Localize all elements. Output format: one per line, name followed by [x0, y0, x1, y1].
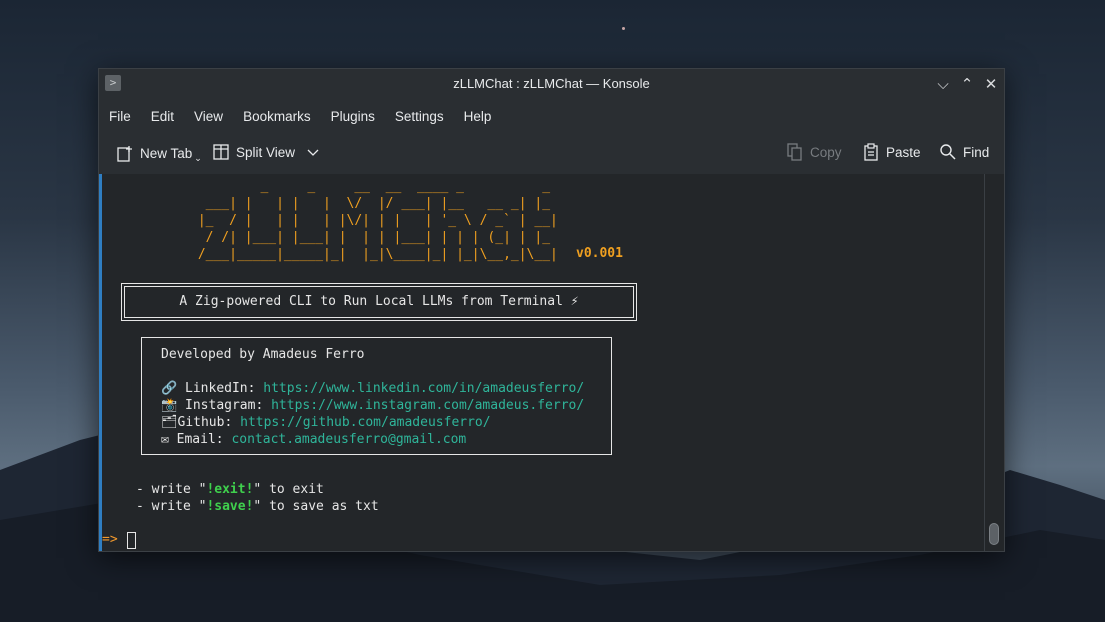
split-view-button[interactable]: Split View [212, 143, 319, 161]
find-button[interactable]: Find [939, 143, 989, 161]
linkedin-line: 🔗 LinkedIn: https://www.linkedin.com/in/… [161, 381, 584, 396]
hint-save: - write "!save!" to save as txt [136, 499, 379, 514]
email-label: ✉ Email: [161, 432, 232, 447]
close-button[interactable]: ✕ [981, 74, 1001, 94]
github-label: 🗂Github: [161, 415, 241, 430]
hint-exit: - write "!exit!" to exit [136, 482, 324, 497]
menu-bar: File Edit View Bookmarks Plugins Setting… [99, 100, 1004, 132]
menu-file[interactable]: File [109, 109, 131, 124]
chevron-down-icon[interactable] [307, 145, 319, 160]
email-line: ✉ Email: contact.amadeusferro@gmail.com [161, 432, 466, 447]
ascii-logo: _ _ __ __ ____ _ _ ___| | | | | \/ |/ __… [197, 179, 558, 262]
minimize-button[interactable]: ⌵ [933, 74, 953, 94]
new-tab-icon [116, 145, 134, 163]
hint-prefix: - write " [136, 482, 207, 497]
hint-prefix: - write " [136, 499, 207, 514]
toolbar: New Tab ⌄ Split View Copy Paste Find [99, 132, 1004, 175]
developer-heading: Developed by Amadeus Ferro [161, 347, 365, 362]
github-link[interactable]: https://github.com/amadeusferro/ [240, 415, 490, 430]
konsole-window: > zLLMChat : zLLMChat — Konsole ⌵ ⌃ ✕ Fi… [98, 68, 1005, 552]
paste-label: Paste [886, 144, 921, 160]
linkedin-label: 🔗 LinkedIn: [161, 381, 264, 396]
instagram-line: 📸 Instagram: https://www.instagram.com/a… [161, 398, 584, 413]
menu-plugins[interactable]: Plugins [331, 109, 375, 124]
menu-bookmarks[interactable]: Bookmarks [243, 109, 311, 124]
version-label: v0.001 [576, 246, 623, 261]
paste-icon [862, 143, 880, 161]
copy-icon [786, 143, 804, 161]
menu-view[interactable]: View [194, 109, 223, 124]
prompt-symbol: => [102, 532, 118, 547]
github-line: 🗂Github: https://github.com/amadeusferro… [161, 415, 491, 430]
new-tab-label: New Tab [140, 146, 193, 161]
email-link[interactable]: contact.amadeusferro@gmail.com [231, 432, 466, 447]
star [622, 27, 625, 30]
exit-command: !exit! [206, 482, 254, 497]
window-title: zLLMChat : zLLMChat — Konsole [453, 76, 650, 91]
menu-edit[interactable]: Edit [151, 109, 174, 124]
hint-suffix: " to exit [253, 482, 324, 497]
terminal-view[interactable]: _ _ __ __ ____ _ _ ___| | | | | \/ |/ __… [99, 174, 1004, 551]
linkedin-link[interactable]: https://www.linkedin.com/in/amadeusferro… [263, 381, 584, 396]
scrollbar[interactable] [984, 174, 1004, 551]
paste-button[interactable]: Paste [862, 143, 921, 161]
new-tab-button[interactable]: New Tab ⌄ [116, 143, 202, 164]
chevron-down-icon[interactable]: ⌄ [194, 153, 202, 164]
search-icon [939, 143, 957, 161]
instagram-label: 📸 Instagram: [161, 398, 272, 413]
tagline-box: A Zig-powered CLI to Run Local LLMs from… [121, 283, 637, 321]
find-label: Find [963, 144, 990, 160]
save-command: !save! [206, 499, 254, 514]
copy-button[interactable]: Copy [786, 143, 842, 161]
scrollbar-thumb[interactable] [989, 523, 999, 545]
developer-info-box: Developed by Amadeus Ferro 🔗 LinkedIn: h… [141, 337, 612, 455]
tagline-text: A Zig-powered CLI to Run Local LLMs from… [179, 294, 579, 309]
copy-label: Copy [810, 144, 842, 160]
maximize-button[interactable]: ⌃ [957, 74, 977, 94]
split-view-icon [212, 143, 230, 161]
menu-help[interactable]: Help [464, 109, 492, 124]
title-bar: > zLLMChat : zLLMChat — Konsole ⌵ ⌃ ✕ [99, 69, 1004, 100]
menu-settings[interactable]: Settings [395, 109, 444, 124]
hint-suffix: " to save as txt [253, 499, 379, 514]
text-cursor[interactable] [127, 532, 136, 549]
instagram-link[interactable]: https://www.instagram.com/amadeus.ferro/ [271, 398, 584, 413]
split-view-label: Split View [236, 144, 296, 160]
